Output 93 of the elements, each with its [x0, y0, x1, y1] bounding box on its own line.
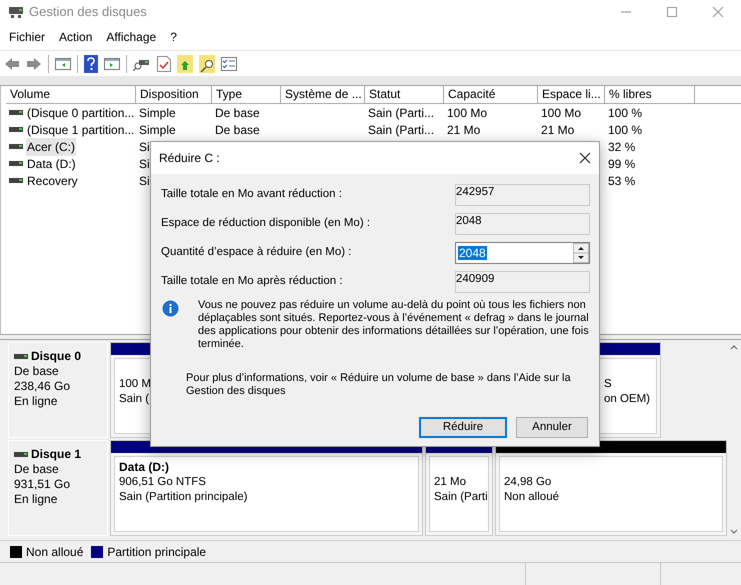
table-cell-text: 100 Mo	[541, 104, 582, 122]
partition-info: S	[604, 377, 612, 392]
field-label: Taille totale en Mo après réduction :	[161, 274, 343, 290]
disk-name: Disque 0	[31, 349, 82, 364]
legend-label: Non alloué	[26, 544, 84, 560]
table-cell-text: Si	[139, 156, 150, 172]
table-cell-text: Simple	[139, 122, 176, 138]
table-cell[interactable]: (Disque 1 partition...	[26, 120, 136, 138]
column-header[interactable]: Type	[212, 86, 281, 104]
app-icon	[8, 5, 24, 19]
field-label: Taille totale en Mo avant réduction :	[161, 187, 342, 202]
drive-icon	[9, 176, 23, 185]
table-cell-text: 100 %	[608, 104, 642, 122]
table-cell-text: 100 %	[608, 122, 642, 138]
partition-info: Sain (Partition principale)	[119, 490, 248, 505]
table-cell-text: Sain (Parti...	[368, 104, 434, 122]
folder-search-icon[interactable]	[199, 54, 215, 72]
disk-name: Disque 1	[31, 447, 82, 462]
table-cell-text: Sain (Parti...	[368, 122, 434, 138]
table-cell-text: 21 Mo	[541, 122, 574, 138]
spin-arrows-icon[interactable]	[573, 243, 589, 263]
column-header[interactable]: % libres	[605, 86, 695, 104]
partition-block[interactable]: 24,98 Go Non alloué	[495, 440, 727, 536]
partition-info: on OEM)	[604, 392, 650, 407]
table-cell-text: De base	[215, 122, 260, 138]
disk-size: 238,46 Go	[14, 379, 72, 394]
drive-icon	[9, 142, 23, 151]
help-icon[interactable]	[84, 54, 98, 72]
checklist-icon[interactable]	[157, 56, 171, 72]
field-value: 2048	[458, 246, 487, 260]
table-cell-text: 21 Mo	[447, 122, 480, 138]
drive-icon	[9, 125, 23, 134]
field-label: Espace de réduction disponible (en Mo) :	[161, 216, 370, 232]
column-header[interactable]: Capacité	[444, 86, 538, 104]
column-header[interactable]: Disposition	[136, 86, 212, 104]
disk-type: De base	[14, 462, 60, 477]
table-cell-text: De base	[215, 104, 260, 122]
table-cell-text: 100 Mo	[447, 104, 488, 122]
info-icon	[162, 300, 179, 317]
table-cell-text: 53 %	[608, 172, 636, 190]
info-message: Vous ne pouvez pas réduire un volume au-delà du point où tous les fichiers non déplaçables sont situés. Reportez-vous à l’événement « defrag » dans le journal des applications pour obtenir des informations détaillées sur l’opération, une fois terminée.	[198, 299, 590, 351]
dialog-button[interactable]: Réduire	[419, 417, 507, 438]
legend-label: Partition principale	[107, 544, 206, 560]
partition-info: Sain (Parti	[434, 490, 488, 505]
partition-info: 21 Mo	[434, 475, 466, 490]
menu-item[interactable]: ?	[163, 28, 184, 46]
forward-arrow-icon[interactable]	[26, 56, 42, 70]
table-cell[interactable]: Recovery	[26, 172, 79, 190]
partition-info: 24,98 Go	[504, 475, 552, 490]
column-header[interactable]: Espace li...	[538, 86, 605, 104]
table-cell[interactable]: Data (D:)	[26, 154, 77, 172]
table-cell-text: Si	[139, 138, 150, 156]
drive-icon	[9, 159, 23, 168]
column-header[interactable]: Système de ...	[281, 86, 365, 104]
table-cell-text: Si	[139, 172, 150, 190]
back-arrow-icon[interactable]	[4, 56, 20, 70]
table-cell[interactable]: (Disque 0 partition...	[26, 104, 136, 122]
disk-type: De base	[14, 364, 60, 379]
menu-item[interactable]: Affichage	[99, 28, 164, 46]
drive-icon	[14, 450, 28, 459]
partition-info: 100 M	[119, 377, 151, 392]
column-header[interactable]: Statut	[365, 86, 444, 104]
folder-up-icon[interactable]	[177, 54, 193, 72]
field-label: Quantité d’espace à réduire (en Mo) :	[161, 245, 352, 260]
disk-status: En ligne	[14, 492, 58, 507]
partition-info: Sain (	[119, 392, 150, 407]
partition-info: 906,51 Go NTFS	[119, 475, 206, 490]
console-tree-icon[interactable]	[55, 56, 71, 70]
partition-title: Data (D:)	[119, 460, 169, 475]
table-cell-text: 32 %	[608, 138, 636, 156]
disk-size: 931,51 Go	[14, 477, 72, 492]
help-message: Pour plus d’informations, voir « Réduire un volume de base » dans l’Aide sur la Gestion des disques	[185, 372, 572, 398]
table-cell-text: Simple	[139, 104, 176, 122]
drive-icon	[14, 352, 28, 361]
window-title: Gestion des disques	[29, 3, 147, 22]
menu-item[interactable]: Fichier	[2, 28, 52, 46]
dialog-title: Réduire C :	[159, 150, 220, 167]
column-header[interactable]: Volume	[6, 86, 136, 104]
readonly-field: 242957	[455, 184, 590, 206]
readonly-field: 2048	[455, 213, 590, 235]
drive-icon	[9, 108, 23, 117]
partition-info: Non alloué	[504, 490, 559, 505]
close-icon[interactable]	[579, 152, 591, 164]
readonly-field: 240909	[455, 271, 590, 293]
menu-item[interactable]: Action	[52, 28, 100, 46]
disk-status: En ligne	[14, 394, 58, 409]
spin-field[interactable]: 2048	[455, 242, 590, 264]
properties-icon[interactable]	[221, 56, 237, 70]
partition-block[interactable]: Data (D:) 906,51 Go NTFS Sain (Partition principale)	[110, 440, 423, 536]
dialog-button[interactable]: Annuler	[516, 417, 588, 438]
table-cell-text: 99 %	[608, 156, 636, 172]
table-cell[interactable]: Acer (C:)	[26, 138, 76, 156]
action-pane-icon[interactable]	[104, 56, 120, 70]
